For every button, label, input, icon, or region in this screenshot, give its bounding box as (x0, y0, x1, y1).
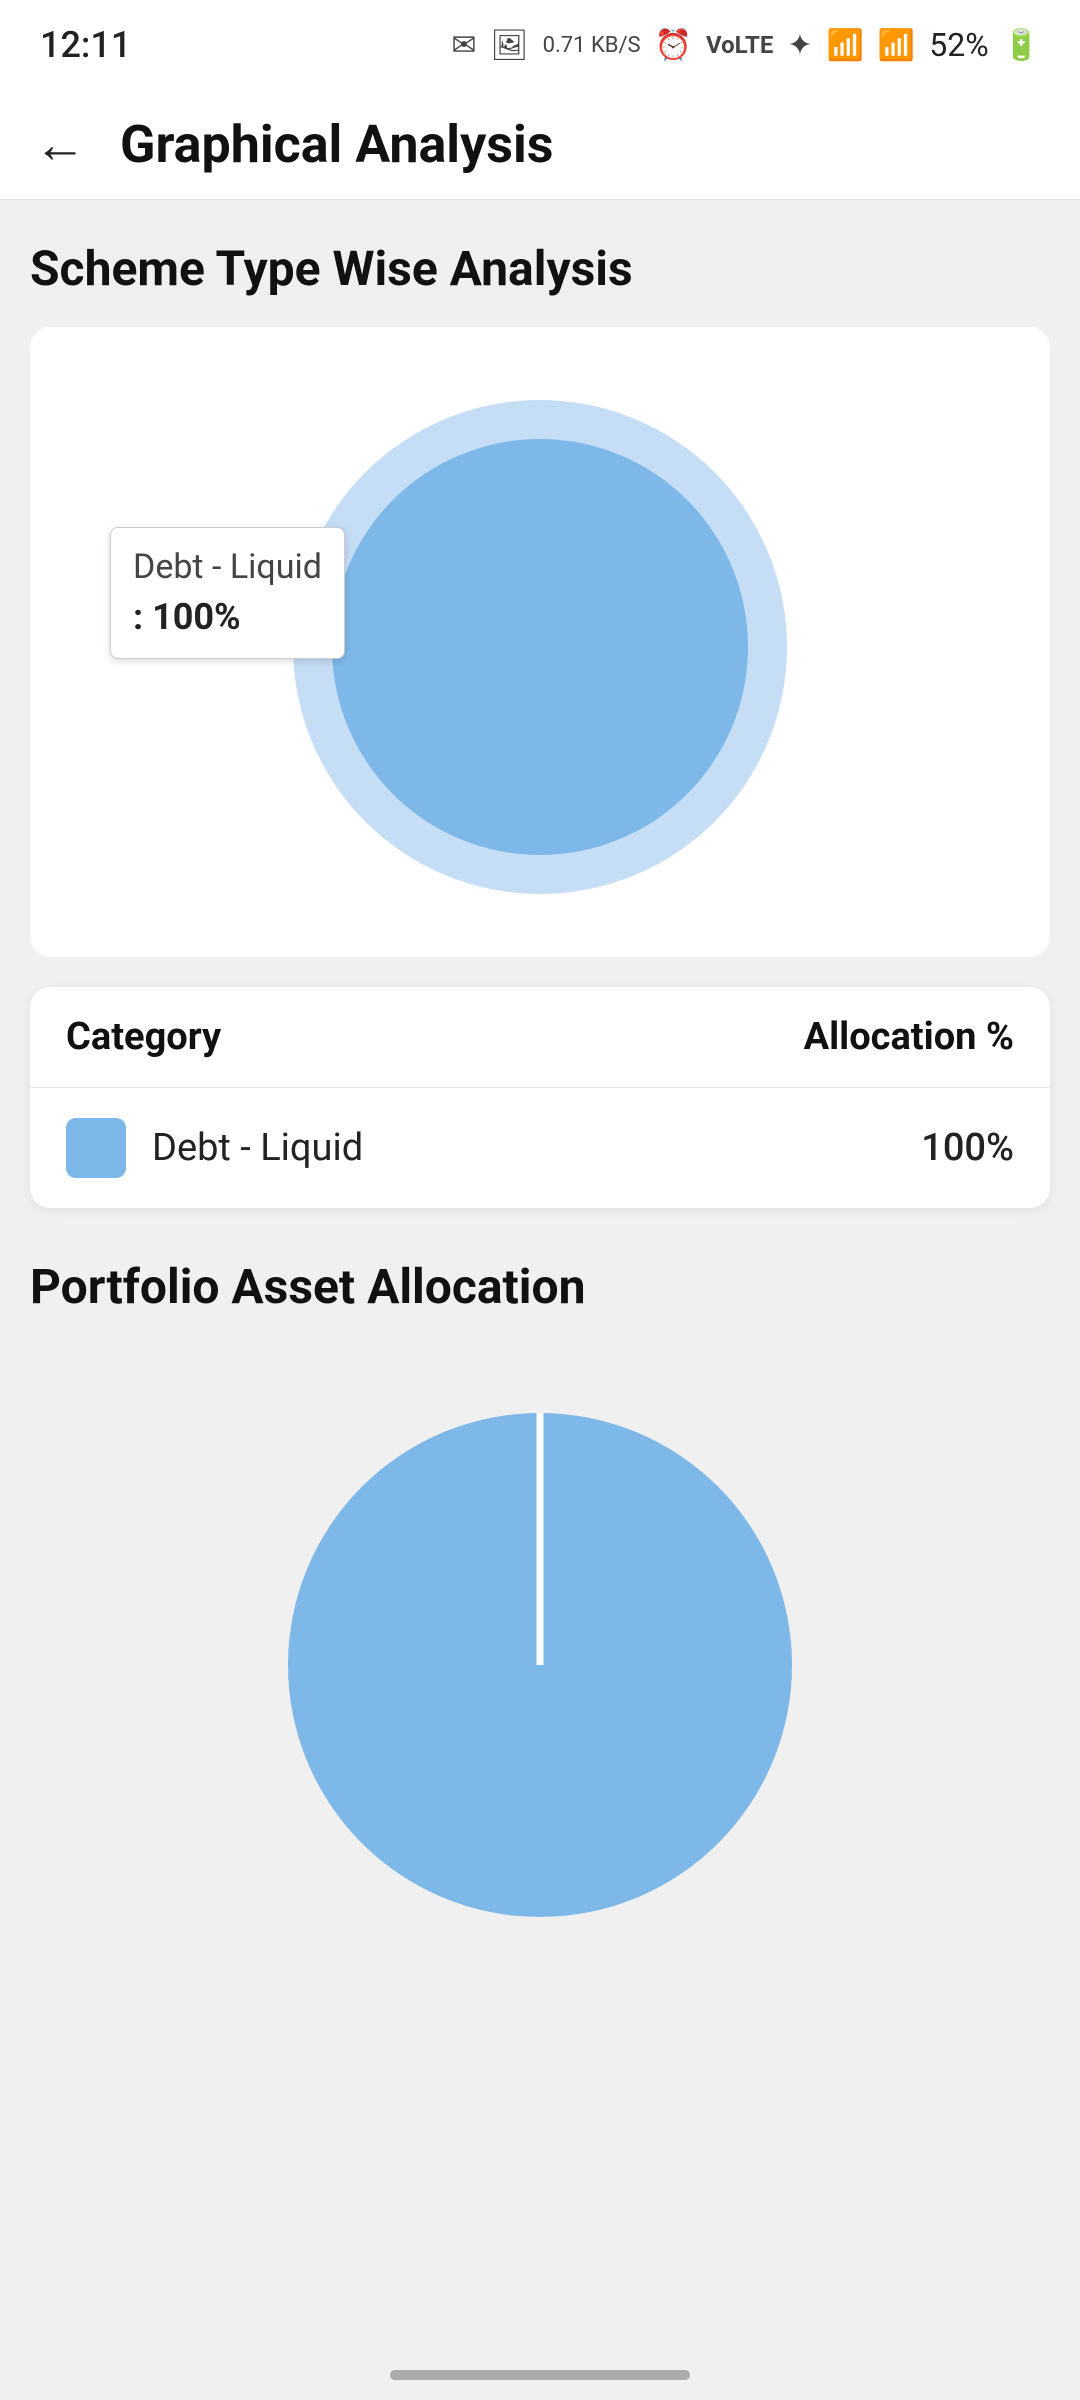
page-title: Graphical Analysis (120, 114, 553, 175)
status-icons: ✉ 🖼 0.71 KB/S ⏰ VoLTE ✦ 📶 📶 52% 🔋 (451, 26, 1040, 64)
portfolio-section: Portfolio Asset Allocation (30, 1258, 1050, 1975)
legend-left: Debt - Liquid (66, 1118, 363, 1178)
legend-allocation-debt-liquid: 100% (921, 1126, 1014, 1170)
tooltip-label: Debt - Liquid (133, 544, 322, 592)
legend-name-debt-liquid: Debt - Liquid (152, 1126, 363, 1170)
allocation-header: Allocation % (804, 1015, 1014, 1059)
legend-table: Category Allocation % Debt - Liquid 100% (30, 987, 1050, 1208)
image-icon: 🖼 (491, 28, 529, 63)
status-time: 12:11 (40, 24, 131, 66)
portfolio-section-title: Portfolio Asset Allocation (30, 1258, 1050, 1315)
legend-header: Category Allocation % (30, 987, 1050, 1088)
donut-chart-container: Debt - Liquid : 100% (50, 347, 1030, 937)
chart-tooltip: Debt - Liquid : 100% (110, 527, 345, 659)
status-bar: 12:11 ✉ 🖼 0.71 KB/S ⏰ VoLTE ✦ 📶 📶 52% 🔋 (0, 0, 1080, 90)
back-arrow-icon: ← (34, 119, 86, 171)
scheme-type-section-title: Scheme Type Wise Analysis (30, 240, 1050, 297)
category-header: Category (66, 1015, 221, 1059)
tooltip-value: : 100% (133, 592, 322, 642)
donut-chart-svg (280, 387, 800, 907)
legend-color-debt-liquid (66, 1118, 126, 1178)
network-speed: 0.71 KB/S (543, 33, 641, 58)
portfolio-pie-chart-svg (260, 1385, 820, 1945)
bluetooth-icon: ✦ (787, 28, 812, 63)
header: ← Graphical Analysis (0, 90, 1080, 200)
volte-icon: VoLTE (706, 31, 773, 59)
email-icon: ✉ (451, 28, 476, 63)
battery-indicator: 52% (929, 26, 988, 64)
battery-icon: 🔋 (1003, 28, 1040, 63)
main-content: Scheme Type Wise Analysis Debt - Liquid … (0, 200, 1080, 2015)
wifi-icon: 📶 (827, 28, 864, 63)
pie-chart-container (30, 1345, 1050, 1975)
scheme-type-chart-card: Debt - Liquid : 100% (30, 327, 1050, 957)
bottom-nav-bar (390, 2370, 690, 2380)
legend-row: Debt - Liquid 100% (30, 1088, 1050, 1208)
back-button[interactable]: ← (30, 115, 90, 175)
alarm-icon: ⏰ (655, 28, 692, 63)
signal-icon: 📶 (878, 28, 915, 63)
